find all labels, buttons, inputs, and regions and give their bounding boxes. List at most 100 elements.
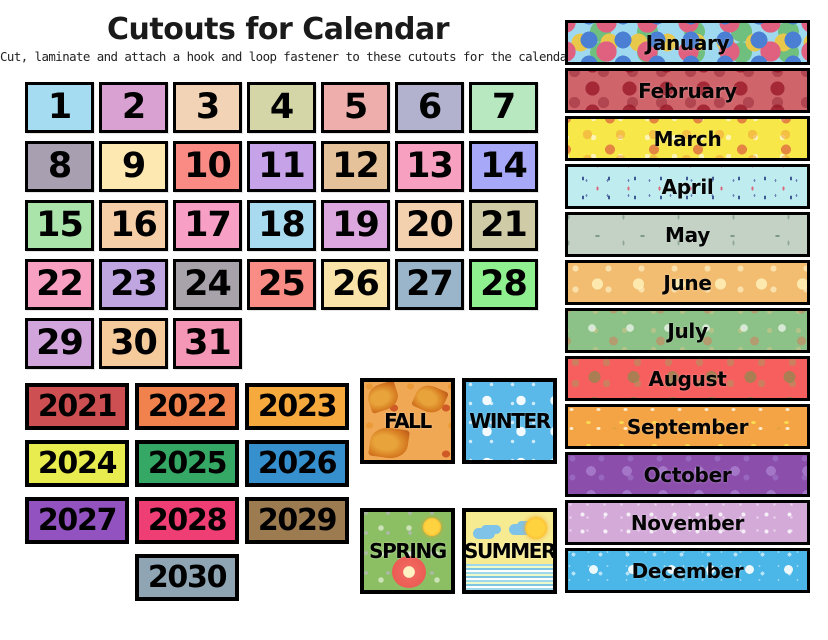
number-cutout-label: 8 [47, 146, 72, 186]
month-cutout-label: August [648, 366, 727, 391]
year-cutout-2028[interactable]: 2028 [135, 497, 239, 544]
number-cutout-24[interactable]: 24 [173, 259, 242, 310]
month-cutout-label: January [645, 30, 730, 55]
number-cutout-label: 4 [269, 87, 294, 127]
number-cutout-26[interactable]: 26 [321, 259, 390, 310]
number-cutout-label: 26 [332, 264, 380, 304]
number-cutout-label: 22 [36, 264, 84, 304]
number-cutout-19[interactable]: 19 [321, 200, 390, 251]
month-cutout-may[interactable]: May [565, 212, 810, 257]
season-cutouts-grid: FALL WINTER SPRING SUMMER [360, 378, 557, 594]
year-cutout-2023[interactable]: 2023 [245, 383, 349, 430]
number-cutout-label: 11 [258, 146, 306, 186]
year-cutout-2026[interactable]: 2026 [245, 440, 349, 487]
month-cutout-march[interactable]: March [565, 116, 810, 161]
month-cutout-december[interactable]: December [565, 548, 810, 593]
year-cutout-label: 2028 [147, 502, 228, 538]
number-cutout-label: 16 [110, 205, 158, 245]
month-cutout-october[interactable]: October [565, 452, 810, 497]
number-cutout-4[interactable]: 4 [247, 82, 316, 133]
month-cutout-january[interactable]: January [565, 20, 810, 65]
season-cutout-label: WINTER [469, 409, 551, 433]
number-cutout-18[interactable]: 18 [247, 200, 316, 251]
year-cutout-2024[interactable]: 2024 [25, 440, 129, 487]
number-cutout-label: 19 [332, 205, 380, 245]
month-cutout-february[interactable]: February [565, 68, 810, 113]
sun-icon [423, 518, 441, 536]
number-cutout-21[interactable]: 21 [469, 200, 538, 251]
number-cutout-label: 6 [417, 87, 442, 127]
month-cutout-label: February [638, 78, 737, 103]
number-cutout-16[interactable]: 16 [99, 200, 168, 251]
year-cutout-label: 2029 [257, 502, 338, 538]
sun-icon [525, 517, 547, 539]
season-cutout-label: SUMMER [463, 539, 556, 563]
year-cutout-label: 2025 [147, 445, 228, 481]
month-cutout-july[interactable]: July [565, 308, 810, 353]
year-cutout-2027[interactable]: 2027 [25, 497, 129, 544]
number-cutout-label: 29 [36, 323, 84, 363]
number-cutout-label: 2 [121, 87, 146, 127]
number-cutout-14[interactable]: 14 [469, 141, 538, 192]
number-cutout-label: 27 [406, 264, 454, 304]
number-cutout-22[interactable]: 22 [25, 259, 94, 310]
month-cutout-label: November [630, 510, 745, 535]
number-cutout-label: 12 [332, 146, 380, 186]
year-cutouts-grid: 2021 2022 2023 2024 2025 2026 2027 2028 2029 2030 [25, 383, 349, 601]
season-cutout-summer[interactable]: SUMMER [462, 508, 557, 594]
number-cutout-25[interactable]: 25 [247, 259, 316, 310]
number-cutout-17[interactable]: 17 [173, 200, 242, 251]
month-cutout-august[interactable]: August [565, 356, 810, 401]
month-cutout-label: June [663, 270, 712, 295]
grid-spacer [25, 554, 129, 601]
year-cutout-label: 2021 [37, 388, 118, 424]
year-cutout-2030[interactable]: 2030 [135, 554, 239, 601]
year-cutout-2021[interactable]: 2021 [25, 383, 129, 430]
number-cutout-label: 30 [110, 323, 158, 363]
number-cutout-27[interactable]: 27 [395, 259, 464, 310]
year-cutout-2029[interactable]: 2029 [245, 497, 349, 544]
month-cutout-november[interactable]: November [565, 500, 810, 545]
number-cutout-31[interactable]: 31 [173, 318, 242, 369]
number-cutout-6[interactable]: 6 [395, 82, 464, 133]
number-cutout-13[interactable]: 13 [395, 141, 464, 192]
month-cutout-label: December [631, 558, 744, 583]
number-cutout-label: 14 [480, 146, 528, 186]
number-cutout-12[interactable]: 12 [321, 141, 390, 192]
month-cutouts-column: January February March April May June July Augu… [565, 20, 810, 596]
year-cutout-label: 2024 [37, 445, 118, 481]
number-cutout-7[interactable]: 7 [469, 82, 538, 133]
number-cutout-23[interactable]: 23 [99, 259, 168, 310]
month-cutout-june[interactable]: June [565, 260, 810, 305]
month-cutout-label: May [665, 222, 710, 247]
number-cutout-label: 7 [491, 87, 516, 127]
number-cutout-28[interactable]: 28 [469, 259, 538, 310]
number-cutout-2[interactable]: 2 [99, 82, 168, 133]
season-cutout-label: SPRING [369, 539, 447, 563]
month-cutout-april[interactable]: April [565, 164, 810, 209]
month-cutout-september[interactable]: September [565, 404, 810, 449]
number-cutout-3[interactable]: 3 [173, 82, 242, 133]
number-cutout-30[interactable]: 30 [99, 318, 168, 369]
year-cutout-2025[interactable]: 2025 [135, 440, 239, 487]
number-cutout-label: 28 [480, 264, 528, 304]
number-cutout-29[interactable]: 29 [25, 318, 94, 369]
number-cutout-9[interactable]: 9 [99, 141, 168, 192]
number-cutout-11[interactable]: 11 [247, 141, 316, 192]
season-cutout-spring[interactable]: SPRING [360, 508, 455, 594]
number-cutout-15[interactable]: 15 [25, 200, 94, 251]
season-cutout-fall[interactable]: FALL [360, 378, 455, 464]
number-cutout-label: 1 [47, 87, 72, 127]
year-cutout-label: 2026 [257, 445, 338, 481]
number-cutout-label: 17 [184, 205, 232, 245]
year-cutout-label: 2027 [37, 502, 118, 538]
number-cutout-label: 5 [343, 87, 368, 127]
number-cutout-10[interactable]: 10 [173, 141, 242, 192]
number-cutout-8[interactable]: 8 [25, 141, 94, 192]
number-cutout-5[interactable]: 5 [321, 82, 390, 133]
number-cutout-20[interactable]: 20 [395, 200, 464, 251]
number-cutout-1[interactable]: 1 [25, 82, 94, 133]
number-cutout-label: 18 [258, 205, 306, 245]
season-cutout-winter[interactable]: WINTER [462, 378, 557, 464]
year-cutout-2022[interactable]: 2022 [135, 383, 239, 430]
